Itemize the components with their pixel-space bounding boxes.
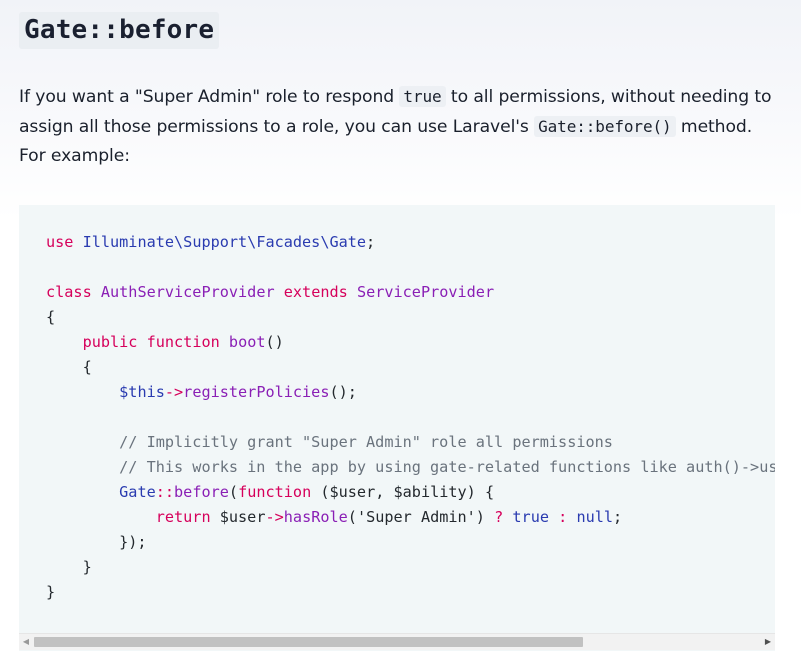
- code-line: // Implicitly grant "Super Admin" role a…: [46, 433, 613, 451]
- code-line: Gate::before(function ($user, $ability) …: [119, 483, 495, 501]
- code-line: });: [46, 533, 147, 551]
- section-heading: Gate::before: [19, 12, 220, 49]
- code-line: }: [46, 558, 92, 576]
- scroll-right-arrow-icon[interactable]: ▶: [763, 637, 773, 647]
- code-content: use Illuminate\Support\Facades\Gate; clas…: [46, 230, 775, 605]
- intro-paragraph: If you want a "Super Admin" role to resp…: [19, 82, 779, 171]
- horizontal-scrollbar[interactable]: ◀ ▶: [19, 633, 775, 650]
- scroll-left-arrow-icon[interactable]: ◀: [21, 637, 31, 647]
- code-line: $this->registerPolicies();: [119, 383, 357, 401]
- code-line: return $user->hasRole('Super Admin') ? t…: [155, 508, 623, 526]
- code-line: class AuthServiceProvider extends Servic…: [46, 283, 495, 301]
- code-line: use Illuminate\Support\Facades\Gate;: [46, 233, 376, 251]
- code-line: {: [46, 308, 56, 326]
- code-line: // This works in the app by using gate-r…: [119, 458, 775, 476]
- inline-code-true: true: [399, 86, 446, 107]
- paragraph-text-1: If you want a "Super Admin" role to resp…: [19, 87, 400, 107]
- code-line: }: [46, 583, 56, 601]
- inline-code-gate-before: Gate::before(): [534, 116, 676, 137]
- scrollbar-thumb[interactable]: [34, 637, 583, 647]
- code-line: public function boot(): [82, 333, 284, 351]
- code-block[interactable]: use Illuminate\Support\Facades\Gate; clas…: [19, 205, 775, 651]
- code-line: {: [46, 358, 92, 376]
